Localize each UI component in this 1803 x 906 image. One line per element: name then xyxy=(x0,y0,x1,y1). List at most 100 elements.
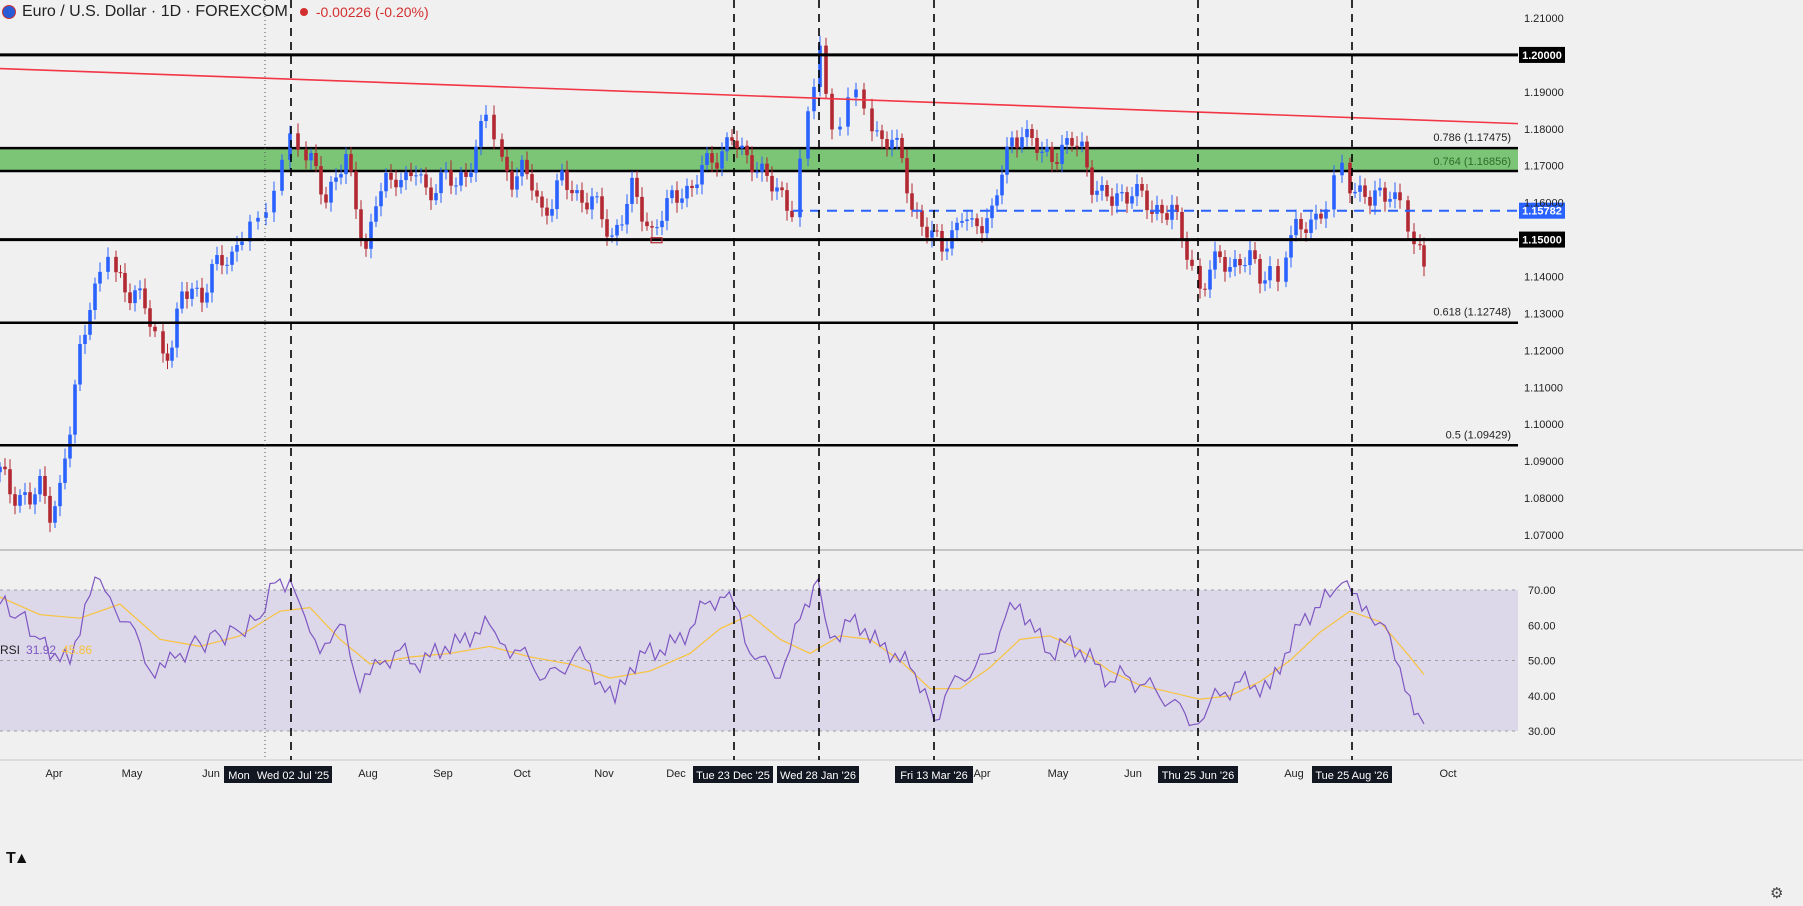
time-axis-label: Oct xyxy=(1439,768,1456,780)
candle-body xyxy=(1050,146,1054,163)
candle-body xyxy=(195,287,199,289)
candle-body xyxy=(225,264,229,266)
eurusd-flag-icon xyxy=(2,5,16,19)
candle-body xyxy=(83,334,87,345)
candle-body xyxy=(945,248,949,252)
candle-body xyxy=(1276,266,1280,282)
candle-body xyxy=(905,158,909,194)
candle-body xyxy=(895,137,899,140)
candle-body xyxy=(975,218,979,227)
rsi-value: 31.92 xyxy=(26,643,57,657)
rsi-axis-label: 50.00 xyxy=(1528,656,1556,668)
candle-body xyxy=(200,287,204,303)
price-axis-label: 1.18000 xyxy=(1524,124,1564,136)
candle-body xyxy=(660,220,664,228)
candle-body xyxy=(885,139,889,149)
candle-body xyxy=(384,172,388,192)
candle-body xyxy=(1040,151,1044,153)
candle-body xyxy=(235,245,239,252)
candle-body xyxy=(439,172,443,194)
rsi-header: RSI 31.92 45.86 xyxy=(0,643,92,657)
candle-body xyxy=(469,172,473,177)
candle-body xyxy=(935,230,939,232)
rsi-label[interactable]: RSI xyxy=(0,643,20,657)
tradingview-logo-icon[interactable]: T▲ xyxy=(6,850,30,868)
candle-body xyxy=(1020,137,1024,148)
candle-body xyxy=(1223,257,1227,272)
candle-body xyxy=(560,170,564,181)
candle-body xyxy=(1406,200,1410,232)
candle-body xyxy=(1165,213,1169,220)
time-axis-label: May xyxy=(122,768,143,780)
time-axis-label: Aug xyxy=(358,768,378,780)
candle-body xyxy=(329,181,333,203)
candle-body xyxy=(655,227,659,229)
candle-body xyxy=(798,158,802,218)
candle-body xyxy=(1203,288,1207,290)
time-axis-label: Jun xyxy=(202,768,220,780)
candle-body xyxy=(264,212,268,218)
candle-body xyxy=(1155,204,1159,214)
candle-body xyxy=(1314,213,1318,220)
candle-body xyxy=(645,221,649,227)
candle-body xyxy=(980,226,984,234)
candle-body xyxy=(1170,204,1174,220)
candle-body xyxy=(1233,259,1237,268)
candle-body xyxy=(745,145,749,156)
candle-body xyxy=(1304,229,1308,233)
candle-body xyxy=(296,133,300,150)
candle-body xyxy=(565,170,569,190)
candle-body xyxy=(1208,269,1212,290)
candle-body xyxy=(175,308,179,348)
candle-body xyxy=(359,209,363,239)
candle-body xyxy=(118,272,123,274)
candle-body xyxy=(1284,257,1288,282)
candle-body xyxy=(1258,258,1262,284)
price-axis-label: 1.17000 xyxy=(1524,161,1564,173)
candle-body xyxy=(1010,137,1014,147)
candle-body xyxy=(399,180,403,188)
candle-body xyxy=(960,221,964,223)
candle-body xyxy=(1060,144,1064,164)
candle-body xyxy=(1309,219,1313,233)
candle-body xyxy=(680,198,684,203)
candle-body xyxy=(545,207,549,216)
candle-body xyxy=(1238,259,1242,266)
price-axis-label: 1.13000 xyxy=(1524,308,1564,320)
candle-body xyxy=(806,111,810,159)
rsi-axis-label: 30.00 xyxy=(1528,726,1556,738)
candle-body xyxy=(98,271,102,284)
candle-body xyxy=(3,466,7,470)
price-axis-label: 1.12000 xyxy=(1524,345,1564,357)
candle-body xyxy=(1025,129,1029,138)
candle-body xyxy=(13,494,17,506)
candle-body xyxy=(272,190,276,213)
candle-body xyxy=(1294,218,1298,236)
candle-body xyxy=(1248,250,1252,266)
candle-body xyxy=(484,114,488,122)
candle-body xyxy=(1110,196,1114,206)
rsi-axis-label: 60.00 xyxy=(1528,620,1556,632)
candle-body xyxy=(1115,193,1119,206)
candle-body xyxy=(324,194,328,203)
candle-body xyxy=(910,193,914,210)
candle-body xyxy=(28,492,32,505)
candle-body xyxy=(459,172,463,186)
candle-body xyxy=(123,272,127,293)
price-axis-label: 1.19000 xyxy=(1524,87,1564,99)
candle-body xyxy=(1340,162,1344,176)
symbol-title[interactable]: Euro / U.S. Dollar · 1D · FOREXCOM xyxy=(22,3,288,21)
candle-body xyxy=(38,476,42,495)
candle-body xyxy=(1228,267,1232,272)
time-axis-label: Nov xyxy=(594,768,614,780)
candle-body xyxy=(500,139,504,157)
candle-body xyxy=(1383,187,1387,202)
time-axis-label: Aug xyxy=(1284,768,1304,780)
candle-body xyxy=(1140,184,1144,191)
gear-icon[interactable]: ⚙ xyxy=(1770,884,1783,902)
candle-body xyxy=(854,89,858,98)
candle-body xyxy=(880,130,884,140)
candle-body xyxy=(635,177,639,197)
price-axis-label: 1.21000 xyxy=(1524,13,1564,25)
candle-body xyxy=(128,292,132,304)
